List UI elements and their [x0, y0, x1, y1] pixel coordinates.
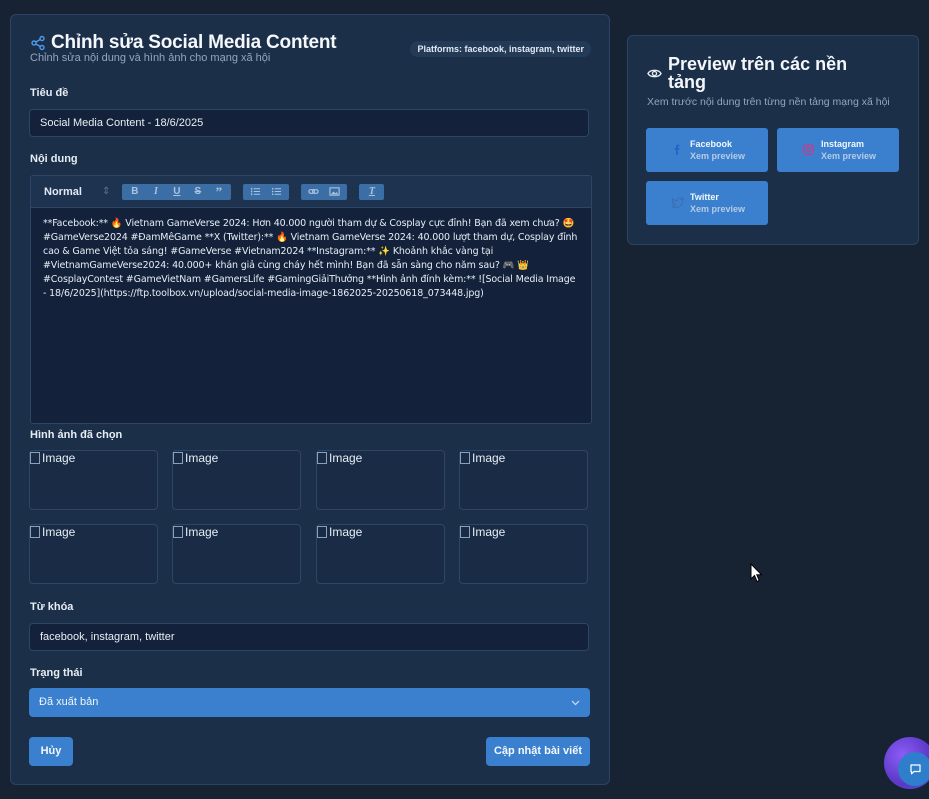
content-editor: Normal ⇕ B I U S ” T **Facebook:** 🔥 Vie… — [30, 175, 592, 424]
facebook-preview-button[interactable]: Facebook Xem preview — [646, 128, 768, 172]
preview-card: Preview trên các nền tảng Xem trước nội … — [627, 35, 919, 245]
cancel-button[interactable]: Hủy — [29, 737, 73, 766]
broken-image-icon — [460, 452, 470, 464]
page-subtitle: Chỉnh sửa nội dung và hình ảnh cho mạng … — [30, 52, 271, 64]
mouse-cursor-icon — [750, 563, 763, 583]
selected-image[interactable]: Image — [172, 524, 301, 584]
underline-icon[interactable]: U — [166, 185, 187, 199]
broken-image-icon — [173, 452, 183, 464]
update-post-button[interactable]: Cập nhật bài viết — [486, 737, 590, 766]
images-label: Hình ảnh đã chọn — [30, 429, 123, 441]
broken-image-icon — [317, 526, 327, 538]
twitter-preview-button[interactable]: Twitter Xem preview — [646, 181, 768, 225]
content-text[interactable]: **Facebook:** 🔥 Vietnam GameVerse 2024: … — [31, 208, 591, 310]
facebook-icon — [674, 144, 680, 155]
text-format-group: B I U S ” — [122, 183, 232, 200]
quote-icon[interactable]: ” — [208, 184, 229, 199]
title-label: Tiêu đề — [30, 87, 69, 99]
platforms-badge: Platforms: facebook, instagram, twitter — [410, 41, 591, 57]
editor-header: Chỉnh sửa Social Media Content — [30, 32, 337, 54]
format-select[interactable]: Normal — [44, 186, 102, 198]
insert-group — [301, 183, 348, 200]
broken-image-icon — [317, 452, 327, 464]
selected-image[interactable]: Image — [316, 450, 445, 510]
preview-subtitle: Xem trước nội dung trên từng nền tảng mạ… — [647, 96, 890, 108]
selected-image[interactable]: Image — [316, 524, 445, 584]
selected-image[interactable]: Image — [172, 450, 301, 510]
strikethrough-icon[interactable]: S — [187, 185, 208, 199]
broken-image-icon — [173, 526, 183, 538]
editor-card: Chỉnh sửa Social Media Content Chỉnh sửa… — [10, 14, 610, 785]
bold-icon[interactable]: B — [124, 185, 145, 199]
platform-name: Instagram — [821, 139, 865, 149]
image-icon[interactable] — [324, 185, 345, 199]
ordered-list-icon[interactable] — [245, 185, 266, 199]
status-select[interactable]: Đã xuất bản — [29, 688, 590, 717]
selected-image[interactable]: Image — [29, 450, 158, 510]
preview-header: Preview trên các nền tảng — [647, 55, 888, 91]
keywords-input[interactable]: facebook, instagram, twitter — [29, 623, 589, 651]
editor-toolbar: Normal ⇕ B I U S ” T — [31, 176, 591, 208]
chat-icon — [909, 763, 921, 774]
platform-name: Facebook — [690, 139, 733, 149]
keywords-label: Từ khóa — [30, 601, 74, 613]
italic-icon[interactable]: I — [145, 185, 166, 199]
broken-image-icon — [30, 526, 40, 538]
preview-title: Preview trên các nền tảng — [668, 54, 848, 92]
bullet-list-icon[interactable] — [266, 185, 287, 199]
chevron-down-icon — [571, 700, 580, 705]
clear-format-icon[interactable]: T — [361, 185, 382, 199]
link-icon[interactable] — [303, 185, 324, 199]
broken-image-icon — [460, 526, 470, 538]
platform-hint: Xem preview — [690, 151, 746, 161]
twitter-icon — [671, 197, 684, 209]
page-title: Chỉnh sửa Social Media Content — [51, 32, 337, 53]
eye-icon — [647, 69, 662, 78]
selected-image[interactable]: Image — [29, 524, 158, 584]
status-selected-value: Đã xuất bản — [39, 696, 99, 708]
platform-hint: Xem preview — [821, 151, 877, 161]
format-select-arrows-icon: ⇕ — [102, 186, 111, 197]
title-input[interactable]: Social Media Content - 18/6/2025 — [29, 109, 589, 137]
selected-image[interactable]: Image — [459, 450, 588, 510]
list-group — [243, 183, 290, 200]
clear-format-group: T — [359, 183, 385, 200]
platform-hint: Xem preview — [690, 204, 746, 214]
instagram-icon — [802, 143, 815, 156]
platform-name: Twitter — [690, 192, 719, 202]
status-label: Trạng thái — [30, 667, 83, 679]
content-label: Nội dung — [30, 153, 78, 165]
share-icon — [31, 35, 45, 51]
broken-image-icon — [30, 452, 40, 464]
chat-widget-button[interactable] — [898, 752, 929, 786]
instagram-preview-button[interactable]: Instagram Xem preview — [777, 128, 899, 172]
selected-image[interactable]: Image — [459, 524, 588, 584]
